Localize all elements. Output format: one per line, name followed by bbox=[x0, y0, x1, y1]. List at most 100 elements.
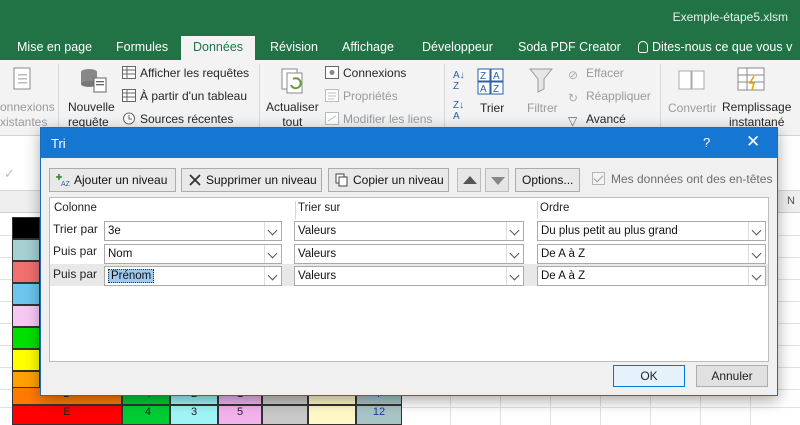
column-select[interactable]: Prénom bbox=[104, 266, 282, 286]
ribbon: onnexions xistantes Nouvelle requête Aff… bbox=[0, 60, 800, 136]
chevron-down-icon bbox=[506, 267, 523, 285]
sort-button[interactable]: Trier bbox=[480, 101, 504, 115]
sort-on-select[interactable]: Valeurs bbox=[294, 266, 524, 286]
properties-button[interactable]: Propriétés bbox=[325, 89, 398, 103]
order-value: Du plus petit au plus grand bbox=[541, 225, 678, 237]
clear-filter-label: Effacer bbox=[586, 66, 624, 80]
value-cell[interactable]: 3 bbox=[170, 405, 218, 425]
delete-level-button[interactable]: Supprimer un niveau bbox=[181, 168, 322, 192]
row-e-label-cell[interactable]: E bbox=[12, 405, 122, 425]
column-select[interactable]: Nom bbox=[104, 244, 282, 264]
tab-soda-pdf[interactable]: Soda PDF Creator bbox=[506, 36, 633, 60]
tab-revision[interactable]: Révision bbox=[258, 36, 330, 60]
tab-mise-en-page[interactable]: Mise en page bbox=[5, 36, 104, 60]
dialog-title: Tri bbox=[51, 136, 66, 151]
color-cell[interactable] bbox=[12, 217, 40, 239]
chevron-down-icon bbox=[748, 245, 765, 263]
clear-filter-button[interactable]: ⊘ Effacer bbox=[568, 66, 624, 82]
recent-sources-label: Sources récentes bbox=[140, 112, 234, 126]
show-queries-label: Afficher les requêtes bbox=[140, 66, 250, 80]
column-header-n: N bbox=[787, 195, 795, 207]
refresh-all-button[interactable]: Actualiser tout bbox=[266, 100, 319, 130]
tab-developpeur[interactable]: Développeur bbox=[410, 36, 505, 60]
order-value: De A à Z bbox=[541, 248, 586, 260]
level-label: Puis par bbox=[53, 267, 98, 281]
value-cell[interactable] bbox=[308, 405, 356, 425]
properties-icon bbox=[325, 89, 339, 102]
recent-sources-button[interactable]: Sources récentes bbox=[122, 112, 233, 126]
order-select[interactable]: De A à Z bbox=[537, 244, 766, 264]
cancel-button[interactable]: Annuler bbox=[696, 365, 768, 387]
cell-value: 3 bbox=[190, 406, 198, 418]
reapply-icon: ↻ bbox=[568, 91, 579, 105]
color-cell[interactable] bbox=[12, 327, 40, 349]
existing-connections-icon bbox=[13, 67, 31, 90]
move-down-button[interactable] bbox=[485, 168, 509, 192]
refresh-all-icon bbox=[281, 68, 303, 94]
close-button[interactable]: ✕ bbox=[746, 132, 760, 152]
chevron-down-icon bbox=[264, 222, 281, 240]
lightbulb-icon bbox=[638, 41, 648, 53]
sort-level-row[interactable]: Puis par Nom Valeurs De A à Z bbox=[50, 241, 768, 264]
connections-button[interactable]: Connexions bbox=[325, 66, 406, 80]
show-queries-button[interactable]: Afficher les requêtes bbox=[122, 66, 249, 80]
copy-icon bbox=[335, 173, 348, 187]
value-cell[interactable]: 12 bbox=[356, 405, 402, 425]
value-cell[interactable]: 5 bbox=[218, 405, 262, 425]
sort-dialog-icon: Z AA Z bbox=[477, 68, 504, 95]
delete-level-label: Supprimer un niveau bbox=[206, 173, 317, 187]
sort-az-button[interactable]: A↓ Z bbox=[453, 70, 465, 92]
tab-affichage[interactable]: Affichage bbox=[330, 36, 406, 60]
color-cell[interactable] bbox=[12, 283, 40, 305]
edit-links-button[interactable]: Modifier les liens bbox=[325, 112, 432, 126]
from-table-button[interactable]: À partir d'un tableau bbox=[122, 89, 247, 103]
color-cell[interactable] bbox=[12, 349, 40, 371]
table-icon bbox=[122, 89, 136, 102]
value-cell[interactable] bbox=[262, 405, 308, 425]
existing-connections-button[interactable]: onnexions xistantes bbox=[0, 100, 55, 130]
copy-level-button[interactable]: Copier un niveau bbox=[328, 168, 449, 192]
tell-me-search[interactable]: Dites-nous ce que vous v bbox=[626, 36, 800, 60]
flash-fill-button[interactable]: Remplissage instantané bbox=[722, 100, 791, 130]
sort-level-row[interactable]: Trier par 3e Valeurs Du plus petit au pl… bbox=[50, 219, 768, 241]
move-down-icon bbox=[491, 177, 505, 185]
order-value: De A à Z bbox=[541, 270, 586, 282]
sort-on-select[interactable]: Valeurs bbox=[294, 221, 524, 241]
color-cell[interactable] bbox=[12, 261, 40, 283]
has-headers-checkbox[interactable]: Mes données ont des en-têtes bbox=[592, 172, 772, 186]
header-divider bbox=[537, 201, 538, 219]
advanced-filter-button[interactable]: ▽ Avancé bbox=[568, 112, 626, 128]
move-up-button[interactable] bbox=[457, 168, 481, 192]
options-button[interactable]: Options... bbox=[515, 168, 580, 192]
level-label: Puis par bbox=[53, 244, 98, 258]
convert-button[interactable]: Convertir bbox=[668, 101, 717, 115]
sort-level-row-selected[interactable]: Puis par Prénom Valeurs De A à Z bbox=[50, 264, 768, 286]
sort-za-button[interactable]: Z↓ A bbox=[453, 100, 464, 122]
sort-on-select[interactable]: Valeurs bbox=[294, 244, 524, 264]
color-cell[interactable] bbox=[12, 239, 40, 261]
order-select[interactable]: De A à Z bbox=[537, 266, 766, 286]
svg-text:Z: Z bbox=[480, 71, 486, 82]
svg-text:AZ: AZ bbox=[61, 181, 70, 187]
sort-az-icon: A↓ Z bbox=[453, 70, 465, 92]
sort-dialog: Tri ? ✕ AZ Ajouter un niveau Supprimer un… bbox=[40, 127, 778, 396]
column-value: Prénom bbox=[108, 269, 155, 283]
cell-value: 12 bbox=[372, 406, 386, 418]
add-level-button[interactable]: AZ Ajouter un niveau bbox=[49, 168, 176, 192]
order-select[interactable]: Du plus petit au plus grand bbox=[537, 221, 766, 241]
ok-button[interactable]: OK bbox=[613, 365, 685, 387]
new-query-button[interactable]: Nouvelle requête bbox=[68, 100, 115, 130]
copy-level-label: Copier un niveau bbox=[353, 173, 444, 187]
sort-on-value: Valeurs bbox=[298, 270, 337, 282]
reapply-button[interactable]: ↻ Réappliquer bbox=[568, 89, 651, 105]
ribbon-separator bbox=[58, 64, 59, 130]
tab-donnees[interactable]: Données bbox=[181, 36, 256, 60]
column-value: 3e bbox=[108, 225, 121, 237]
tab-formules[interactable]: Formules bbox=[104, 36, 180, 60]
filter-button[interactable]: Filtrer bbox=[527, 101, 558, 115]
column-select[interactable]: 3e bbox=[104, 221, 282, 241]
clear-filter-icon: ⊘ bbox=[568, 68, 579, 82]
value-cell[interactable]: 4 bbox=[122, 405, 170, 425]
color-cell[interactable] bbox=[12, 305, 40, 327]
help-button[interactable]: ? bbox=[703, 135, 710, 150]
